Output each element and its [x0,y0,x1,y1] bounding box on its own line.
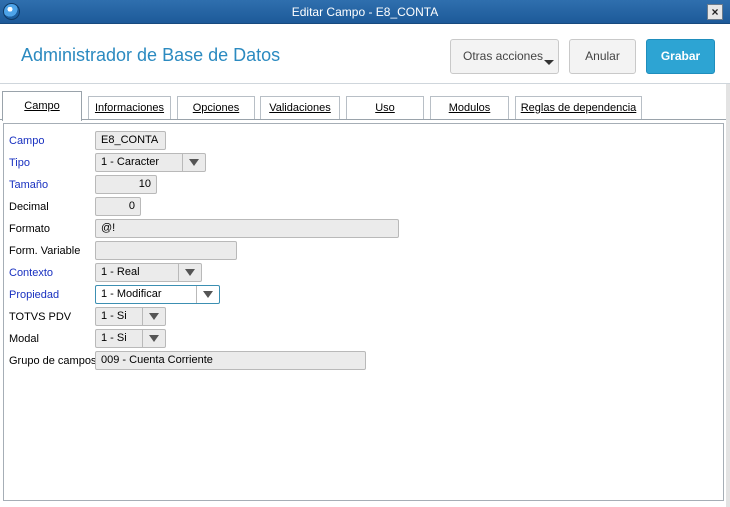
tab-modulos[interactable]: Modulos [430,96,509,120]
totvs-pdv-select[interactable]: 1 - Si [95,307,166,326]
tab-campo[interactable]: Campo [2,91,82,121]
tab-label: Reglas de dependencia [520,102,637,114]
tab-label: Uso [375,102,395,114]
tipo-label: Tipo [9,157,30,169]
window-titlebar: Editar Campo - E8_CONTA × [0,0,730,24]
tab-label: Opciones [192,102,240,114]
tipo-value: 1 - Caracter [101,156,160,168]
tab-informaciones[interactable]: Informaciones [88,96,171,120]
modal-select[interactable]: 1 - Si [95,329,166,348]
otras-acciones-button[interactable]: Otras acciones [450,39,559,74]
propiedad-label: Propiedad [9,289,60,301]
decimal-field[interactable]: 0 [95,197,141,216]
dropdown-arrow-icon [149,313,159,320]
totvs-pdv-value: 1 - Si [101,310,127,322]
form-variable-label: Form. Variable [9,245,81,257]
anular-button[interactable]: Anular [569,39,636,74]
dropdown-arrow-icon [185,269,195,276]
tab-validaciones[interactable]: Validaciones [260,96,340,120]
window-edge [726,84,730,507]
tab-opciones[interactable]: Opciones [177,96,255,120]
tab-bar: Campo Informaciones Opciones Validacione… [0,90,730,121]
contexto-value: 1 - Real [101,266,140,278]
tab-label: Modulos [448,102,491,114]
chevron-down-icon [544,60,554,65]
header: Administrador de Base de Datos Otras acc… [0,24,730,84]
contexto-select[interactable]: 1 - Real [95,263,202,282]
form-panel: Campo E8_CONTA Tipo 1 - Caracter Tamaño … [3,123,724,501]
tab-label: Informaciones [94,102,165,114]
form-variable-field[interactable] [95,241,237,260]
tab-label: Campo [24,100,60,112]
tamano-label: Tamaño [9,179,49,191]
contexto-label: Contexto [9,267,54,279]
formato-label: Formato [9,223,50,235]
modal-label: Modal [9,333,39,345]
tipo-select[interactable]: 1 - Caracter [95,153,206,172]
formato-field[interactable]: @! [95,219,399,238]
campo-label: Campo [9,135,45,147]
modal-value: 1 - Si [101,332,127,344]
campo-field[interactable]: E8_CONTA [95,131,166,150]
grabar-button[interactable]: Grabar [646,39,715,74]
otras-acciones-label: Otras acciones [463,49,544,63]
dropdown-arrow-icon [189,159,199,166]
propiedad-select[interactable]: 1 - Modificar [95,285,220,304]
decimal-label: Decimal [9,201,49,213]
tamano-field[interactable]: 10 [95,175,157,194]
tab-uso[interactable]: Uso [346,96,424,120]
dropdown-arrow-icon [149,335,159,342]
grupo-campos-label: Grupo de campos [9,355,97,367]
window-title: Editar Campo - E8_CONTA [291,5,439,19]
grupo-campos-field[interactable]: 009 - Cuenta Corriente [95,351,366,370]
propiedad-value: 1 - Modificar [101,288,162,300]
tab-reglas-de-dependencia[interactable]: Reglas de dependencia [515,96,642,120]
page-title: Administrador de Base de Datos [21,45,281,65]
tab-label: Validaciones [269,102,331,114]
dropdown-arrow-icon [203,291,213,298]
close-button[interactable]: × [707,4,723,20]
totvs-pdv-label: TOTVS PDV [9,311,72,323]
tab-divider [0,119,730,120]
